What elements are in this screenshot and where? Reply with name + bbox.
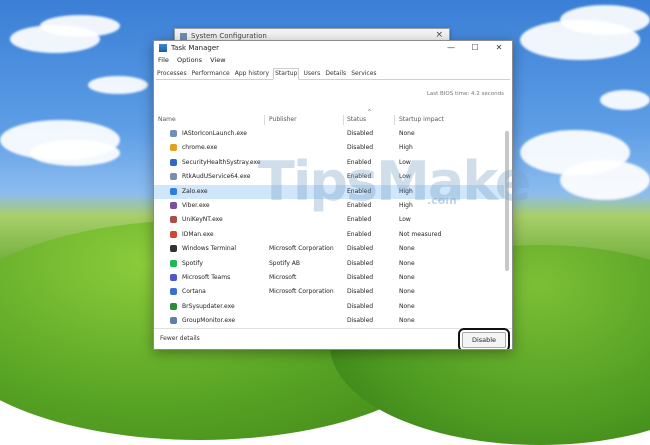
menu-bar: File Options View (154, 56, 228, 66)
table-row[interactable]: Microsoft Teams Microsoft Disabled None (154, 271, 504, 285)
row-startup-impact: None (399, 130, 415, 137)
row-startup-impact: Not measured (399, 230, 442, 238)
cortana-icon (170, 288, 177, 296)
system-configuration-title: System Configuration (191, 32, 267, 40)
column-header-publisher[interactable]: Publisher (269, 116, 297, 123)
row-name: UniKeyNT.exe (182, 216, 223, 224)
app-icon (170, 130, 177, 137)
disable-button[interactable]: Disable (458, 328, 510, 349)
system-configuration-icon (180, 33, 187, 40)
row-name: IDMan.exe (182, 230, 214, 238)
fewer-details-link[interactable]: Fewer details (160, 335, 200, 342)
table-row[interactable]: UniKeyNT.exe Enabled Low (154, 213, 504, 227)
viber-icon (170, 202, 177, 209)
table-row[interactable]: Spotify Spotify AB Disabled None (154, 257, 504, 271)
last-bios-time: Last BIOS time: 4.2 seconds (426, 91, 504, 97)
window-title: Task Manager (171, 44, 220, 52)
row-status: Disabled (347, 317, 374, 325)
table-row[interactable]: Windows Terminal Microsoft Corporation Dis… (154, 242, 504, 256)
row-startup-impact: None (399, 317, 415, 325)
row-startup-impact: None (399, 274, 415, 281)
title-bar[interactable]: Task Manager — ☐ ✕ (154, 41, 512, 55)
minimize-button[interactable]: — (440, 42, 462, 54)
row-status: Disabled (347, 274, 374, 281)
watermark-logo: TipsMake (258, 150, 531, 213)
close-button[interactable]: ✕ (488, 42, 510, 54)
tab-services[interactable]: Services (350, 69, 377, 79)
row-name: IAStorIconLaunch.exe (182, 130, 247, 137)
tab-users[interactable]: Users (302, 69, 321, 79)
tab-strip: Processes Performance App history Startu… (156, 68, 510, 80)
row-name: Spotify (182, 259, 203, 267)
table-header: Name Publisher Status Startup impact (154, 115, 504, 125)
row-status: Disabled (347, 259, 374, 267)
terminal-icon (170, 245, 177, 253)
app-icon (170, 173, 177, 181)
tab-details[interactable]: Details (324, 69, 347, 79)
table-row[interactable]: IAStorIconLaunch.exe Disabled None (154, 127, 504, 141)
task-manager-icon (159, 44, 167, 52)
row-publisher: Microsoft Corporation (269, 245, 334, 253)
idm-icon (170, 230, 177, 238)
spotify-icon (170, 259, 177, 267)
row-name: SecurityHealthSystray.exe (182, 158, 261, 166)
table-row[interactable]: GroupMonitor.exe Disabled None (154, 314, 504, 328)
row-startup-impact: None (399, 259, 415, 267)
chrome-icon (170, 144, 177, 152)
row-status: Disabled (347, 245, 374, 253)
column-header-startup-impact[interactable]: Startup impact (399, 116, 444, 123)
menu-file[interactable]: File (158, 56, 169, 64)
row-name: Viber.exe (182, 202, 210, 209)
zalo-icon (170, 187, 177, 195)
row-name: GroupMonitor.exe (182, 317, 236, 325)
row-name: Zalo.exe (182, 187, 208, 195)
app-icon (170, 302, 177, 310)
tab-startup[interactable]: Startup (273, 68, 300, 80)
row-name: Windows Terminal (182, 245, 237, 253)
maximize-button[interactable]: ☐ (464, 42, 486, 54)
table-row[interactable]: Cortana Microsoft Corporation Disabled None (154, 285, 504, 299)
row-status: Enabled (347, 216, 372, 224)
teams-icon (170, 274, 177, 281)
row-startup-impact: None (399, 302, 415, 310)
shield-icon (170, 158, 177, 166)
tab-app-history[interactable]: App history (234, 69, 270, 79)
row-name: Cortana (182, 288, 206, 296)
menu-options[interactable]: Options (177, 56, 202, 64)
row-name: BrSysupdater.exe (182, 302, 235, 310)
row-startup-impact: None (399, 245, 415, 253)
menu-view[interactable]: View (210, 56, 225, 64)
watermark-suffix: .com (427, 194, 457, 207)
row-startup-impact: None (399, 288, 415, 296)
row-startup-impact: Low (399, 216, 411, 224)
column-header-name[interactable]: Name (158, 116, 176, 123)
row-status: Disabled (347, 130, 374, 137)
table-row[interactable]: IDMan.exe Enabled Not measured (154, 228, 504, 242)
unikey-icon (170, 216, 177, 224)
close-icon[interactable]: × (435, 30, 443, 40)
row-publisher: Spotify AB (269, 259, 300, 267)
row-publisher: Microsoft (269, 274, 297, 281)
row-name: RtkAudUService64.exe (182, 173, 251, 181)
row-name: chrome.exe (182, 144, 218, 152)
tab-processes[interactable]: Processes (156, 69, 188, 79)
footer: Fewer details Disable (154, 328, 512, 349)
row-publisher: Microsoft Corporation (269, 288, 334, 296)
table-row[interactable]: BrSysupdater.exe Disabled None (154, 300, 504, 314)
column-header-status[interactable]: Status (347, 116, 366, 123)
row-status: Enabled (347, 230, 372, 238)
app-icon (170, 317, 177, 325)
tab-performance[interactable]: Performance (191, 69, 231, 79)
row-name: Microsoft Teams (182, 274, 231, 281)
row-status: Disabled (347, 302, 374, 310)
row-status: Disabled (347, 288, 374, 296)
